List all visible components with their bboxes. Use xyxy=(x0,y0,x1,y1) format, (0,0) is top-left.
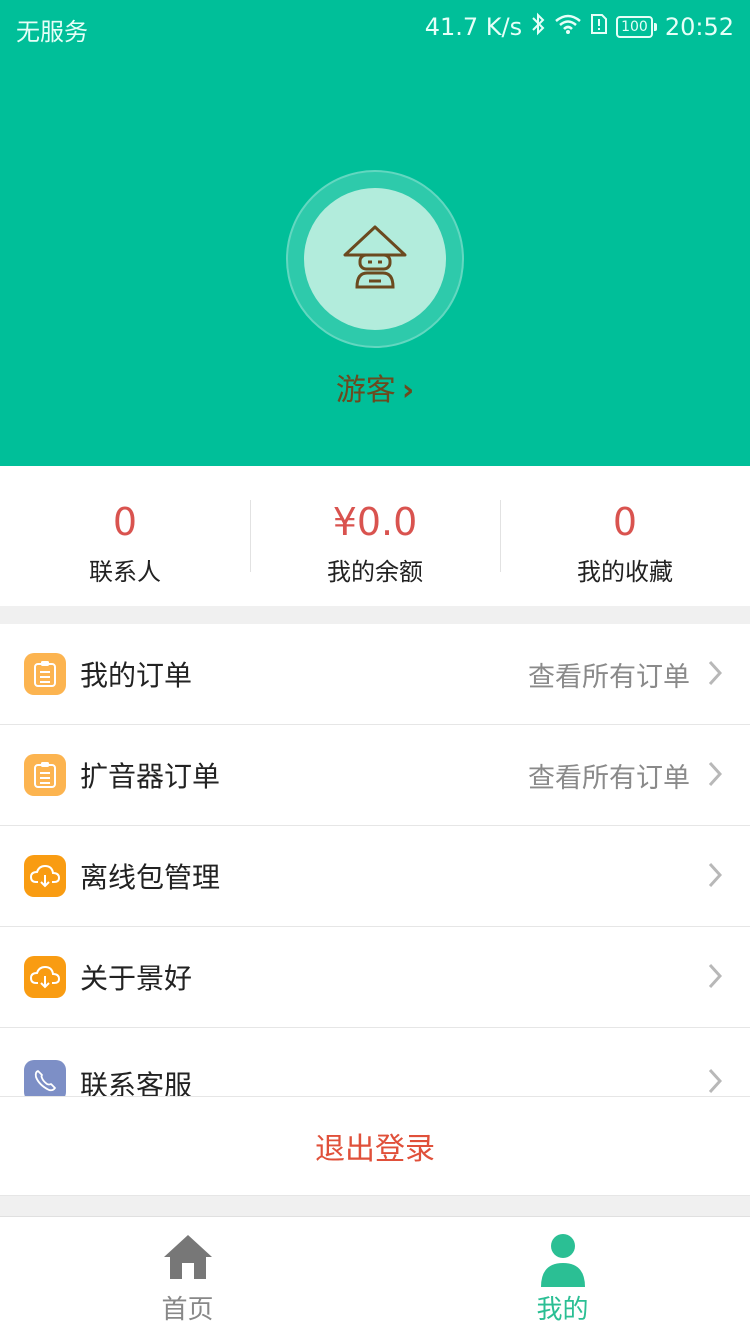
wifi-icon xyxy=(554,13,582,41)
chevron-right-icon xyxy=(708,1068,723,1098)
stat-balance[interactable]: ¥0.0 我的余额 xyxy=(250,466,500,606)
clipboard-icon xyxy=(24,653,66,695)
home-icon xyxy=(162,1233,214,1285)
menu-item-amplifier-orders[interactable]: 扩音器订单 查看所有订单 xyxy=(0,725,750,826)
guest-avatar-icon xyxy=(339,221,411,297)
stat-favorites[interactable]: 0 我的收藏 xyxy=(500,466,750,606)
menu-label: 离线包管理 xyxy=(80,861,221,894)
tab-label: 首页 xyxy=(161,1295,214,1325)
view-all-orders-link[interactable]: 查看所有订单 xyxy=(528,756,690,795)
user-icon xyxy=(539,1233,587,1291)
menu-item-offline-packages[interactable]: 离线包管理 xyxy=(0,826,750,927)
tab-mine[interactable]: 我的 xyxy=(375,1217,750,1334)
cloud-download-icon xyxy=(24,956,66,998)
profile-header: 无服务 41.7 K/s 100 20:52 游客 › xyxy=(0,0,750,466)
stat-value: ¥0.0 xyxy=(332,500,418,544)
profile-name: 游客 xyxy=(335,373,396,408)
menu-label: 关于景好 xyxy=(80,962,193,995)
tab-home[interactable]: 首页 xyxy=(0,1217,375,1334)
menu-label: 扩音器订单 xyxy=(80,760,221,793)
menu-label: 我的订单 xyxy=(80,659,193,692)
bluetooth-icon xyxy=(530,12,546,42)
sim-alert-icon xyxy=(590,13,608,41)
battery-icon: 100 xyxy=(616,16,657,38)
stats-bar: 0 联系人 ¥0.0 我的余额 0 我的收藏 xyxy=(0,466,750,606)
menu-item-my-orders[interactable]: 我的订单 查看所有订单 xyxy=(0,624,750,725)
chevron-right-icon: › xyxy=(401,373,415,408)
carrier-text: 无服务 xyxy=(16,18,88,46)
chevron-right-icon xyxy=(708,660,723,690)
view-all-orders-link[interactable]: 查看所有订单 xyxy=(528,655,690,694)
stat-contacts[interactable]: 0 联系人 xyxy=(0,466,250,606)
chevron-right-icon xyxy=(708,862,723,892)
stat-label: 我的收藏 xyxy=(577,558,673,586)
tab-label: 我的 xyxy=(536,1295,589,1325)
clock: 20:52 xyxy=(664,13,734,41)
bottom-tab-bar: 首页 我的 xyxy=(0,1216,750,1334)
cloud-download-icon xyxy=(24,855,66,897)
chevron-right-icon xyxy=(708,963,723,993)
chevron-right-icon xyxy=(708,761,723,791)
menu-item-about[interactable]: 关于景好 xyxy=(0,927,750,1028)
clipboard-icon xyxy=(24,754,66,796)
status-bar: 无服务 41.7 K/s 100 20:52 xyxy=(0,0,750,52)
avatar[interactable] xyxy=(304,188,446,330)
menu-item-customer-service[interactable]: 联系客服 xyxy=(0,1028,750,1102)
profile-name-link[interactable]: 游客 › xyxy=(0,365,750,409)
menu-list: 我的订单 查看所有订单 扩音器订单 查看所有订单 离线包管理 关于景好 联系客服 xyxy=(0,624,750,1102)
stat-label: 联系人 xyxy=(89,558,161,586)
network-speed: 41.7 K/s xyxy=(424,13,523,41)
logout-button[interactable]: 退出登录 xyxy=(0,1096,750,1196)
stat-value: 0 xyxy=(112,500,138,544)
stat-value: 0 xyxy=(612,500,638,544)
stat-label: 我的余额 xyxy=(327,558,423,586)
